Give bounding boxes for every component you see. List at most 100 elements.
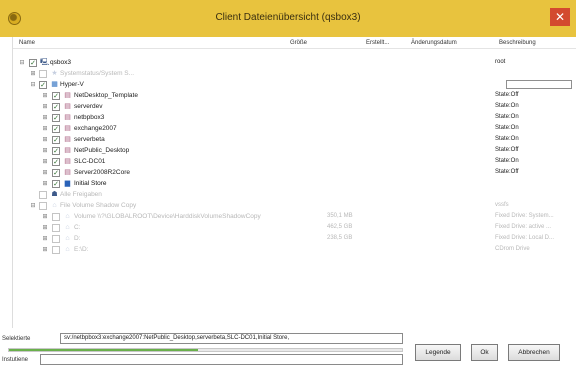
tree-row-volume[interactable]: ⊞ ⌂ Volume \\?\GLOBALROOT\Device\Harddis… [13, 212, 576, 223]
tree-row-label: Systemstatus/System S... [60, 70, 135, 77]
ok-button[interactable]: Ok [471, 344, 498, 361]
checkbox[interactable] [52, 235, 60, 243]
checkbox[interactable]: ✓ [52, 125, 60, 133]
description-cell: State:On [495, 125, 519, 131]
expand-icon[interactable]: ⊞ [42, 159, 48, 165]
tree-row-hyperv[interactable]: ⊟ ✓ ▦ Hyper-V [13, 80, 576, 91]
tree-row-volume[interactable]: ⊞ ⌂ C: 462,5 GB Fixed Drive: active ... [13, 223, 576, 234]
checkbox[interactable] [52, 213, 60, 221]
collapse-icon[interactable]: ⊟ [30, 82, 36, 88]
tree-row-vm[interactable]: ⊞ ✓ ▤ NetDesktop_Template State:Off [13, 91, 576, 102]
tree-row-root[interactable]: ⊟ ✓ 🖳 qsbox3 root [13, 58, 576, 69]
checkbox[interactable] [39, 202, 47, 210]
description-cell: State:On [495, 114, 519, 120]
tree-row-label: serverbeta [74, 136, 105, 143]
hyperv-icon: ▦ [51, 81, 58, 88]
description-cell: State:Off [495, 169, 519, 175]
collapse-icon[interactable]: ⊟ [30, 203, 36, 209]
expand-icon[interactable]: ⊞ [42, 104, 48, 110]
size-cell: 462,5 GB [327, 224, 353, 230]
checkbox[interactable]: ✓ [52, 136, 60, 144]
expand-icon[interactable]: ⊞ [42, 148, 48, 154]
checkbox[interactable]: ✓ [52, 169, 60, 177]
close-button[interactable]: ✕ [550, 8, 570, 26]
tree-row-shares[interactable]: ☗ Alle Freigaben [13, 190, 576, 201]
tree-row-vm[interactable]: ⊞ ✓ ▤ NetPublic_Desktop State:Off [13, 146, 576, 157]
checkbox[interactable]: ✓ [52, 103, 60, 111]
column-header-description[interactable]: Beschreibung [499, 40, 536, 46]
description-cell: vssfs [495, 202, 509, 208]
expand-icon[interactable]: ⊞ [42, 247, 48, 253]
drive-icon: ⌂ [65, 213, 70, 220]
tree-row-label: Initial Store [74, 180, 107, 187]
expand-icon[interactable]: ⊞ [42, 170, 48, 176]
expand-icon[interactable]: ⊞ [42, 236, 48, 242]
tree-row-vm[interactable]: ⊞ ✓ ▤ netbpbox3 State:On [13, 113, 576, 124]
checkbox[interactable]: ✓ [52, 92, 60, 100]
expand-icon[interactable]: ⊞ [30, 71, 36, 77]
expand-icon[interactable]: ⊞ [42, 115, 48, 121]
tree-row-vss[interactable]: ⊟ ⌂ File Volume Shadow Copy vssfs [13, 201, 576, 212]
description-cell: State:On [495, 136, 519, 142]
description-input[interactable] [506, 80, 572, 89]
checkbox[interactable] [52, 224, 60, 232]
instances-field[interactable] [40, 354, 403, 365]
tree-row-initial-store[interactable]: ⊞ ✓ ▆ Initial Store [13, 179, 576, 190]
tree-row-label: Hyper-V [60, 81, 84, 88]
user-group-icon: ☗ [51, 191, 58, 198]
description-cell: State:Off [495, 92, 519, 98]
checkbox[interactable]: ✓ [52, 180, 60, 188]
collapse-icon[interactable]: ⊟ [19, 60, 25, 66]
description-cell: State:On [495, 158, 519, 164]
cancel-button[interactable]: Abbrechen [508, 344, 560, 361]
description-cell: State:On [495, 103, 519, 109]
tree-row-label: File Volume Shadow Copy [60, 202, 137, 209]
tree-row-label: qsbox3 [50, 59, 71, 66]
expand-icon[interactable]: ⊞ [42, 214, 48, 220]
virtual-machine-icon: ▤ [64, 158, 71, 165]
tree-row-vm[interactable]: ⊞ ✓ ▤ Server2008R2Core State:Off [13, 168, 576, 179]
expand-icon[interactable]: ⊞ [42, 225, 48, 231]
checkbox[interactable]: ✓ [52, 114, 60, 122]
expand-icon[interactable]: ⊞ [42, 126, 48, 132]
drive-icon: ⌂ [65, 224, 70, 231]
tree-row-vm[interactable]: ⊞ ✓ ▤ SLC-DC01 State:On [13, 157, 576, 168]
expand-icon[interactable]: ⊞ [42, 93, 48, 99]
star-icon: ★ [51, 70, 58, 77]
tree-row-vm[interactable]: ⊞ ✓ ▤ serverbeta State:On [13, 135, 576, 146]
column-header-created[interactable]: Erstellt... [366, 40, 389, 46]
tree-row-vm[interactable]: ⊞ ✓ ▤ serverdev State:On [13, 102, 576, 113]
size-cell: 350,1 MB [327, 213, 353, 219]
checkbox[interactable]: ✓ [52, 147, 60, 155]
tree-row-label: exchange2007 [74, 125, 117, 132]
tree-row-label: E:\D: [74, 246, 89, 253]
checkbox[interactable] [52, 246, 60, 254]
column-header-modified[interactable]: Änderungsdatum [411, 40, 457, 46]
virtual-machine-icon: ▤ [64, 136, 71, 143]
virtual-machine-icon: ▤ [64, 114, 71, 121]
tree-row-label: Alle Freigaben [60, 191, 102, 198]
store-icon: ▆ [64, 180, 71, 187]
expand-icon[interactable]: ⊞ [42, 137, 48, 143]
selected-field[interactable]: sv:/netbpbox3:exchange2007:NetPublic_Des… [60, 333, 403, 344]
checkbox[interactable] [39, 70, 47, 78]
column-headers: Name Größe Erstellt... Änderungsdatum Be… [13, 37, 576, 49]
tree-row-system-state[interactable]: ⊞ ★ Systemstatus/System S... [13, 69, 576, 80]
column-header-size[interactable]: Größe [290, 40, 307, 46]
instances-label: Instutiene [2, 357, 29, 363]
expand-icon[interactable]: ⊞ [42, 181, 48, 187]
drive-icon: ⌂ [65, 235, 70, 242]
tree-row-vm[interactable]: ⊞ ✓ ▤ exchange2007 State:On [13, 124, 576, 135]
drive-icon: ⌂ [52, 202, 57, 209]
checkbox[interactable] [39, 191, 47, 199]
tree-row-volume[interactable]: ⊞ ⌂ E:\D: CDrom Drive [13, 245, 576, 256]
tree-row-label: Volume \\?\GLOBALROOT\Device\HarddiskVol… [74, 213, 261, 220]
computer-icon: 🖳 [40, 59, 50, 66]
legend-button[interactable]: Legende [415, 344, 461, 361]
tree-row-volume[interactable]: ⊞ ⌂ D: 238,5 GB Fixed Drive: Local D... [13, 234, 576, 245]
tree-row-label: NetDesktop_Template [74, 92, 138, 99]
column-header-name[interactable]: Name [19, 40, 35, 46]
checkbox[interactable]: ✓ [52, 158, 60, 166]
checkbox[interactable]: ✓ [29, 59, 37, 67]
checkbox[interactable]: ✓ [39, 81, 47, 89]
